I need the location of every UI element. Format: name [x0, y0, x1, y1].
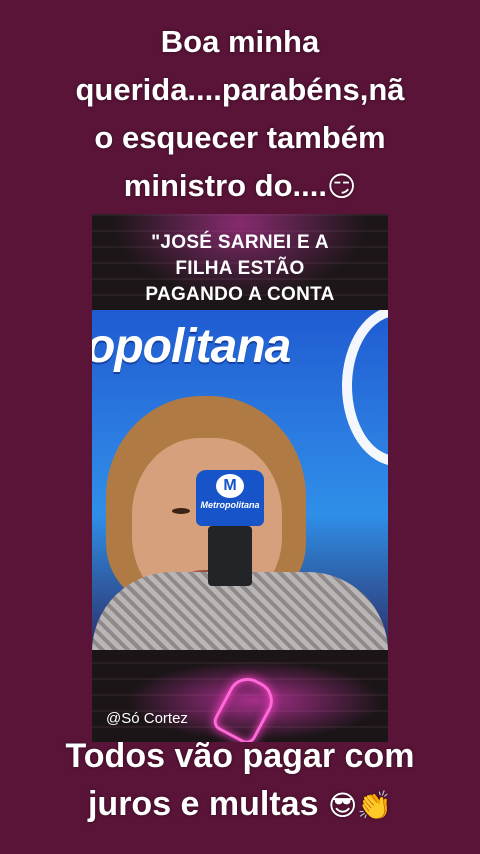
top-caption-line-3: o esquecer também: [94, 120, 386, 155]
top-caption-line-4-text: ministro do....: [123, 168, 328, 203]
bottom-caption-line-2: juros e multas 😎👏: [0, 780, 480, 830]
backdrop-logo-text: opolitana: [92, 320, 291, 373]
video-frame[interactable]: "JOSÉ SARNEI E A FILHA ESTÃO PAGANDO A C…: [92, 214, 388, 742]
sunglasses-clap-emoji-icon: 😎👏: [327, 789, 393, 822]
microphone-label: Metropolitana: [200, 500, 260, 510]
microphone-body: [208, 526, 252, 586]
video-header: "JOSÉ SARNEI E A FILHA ESTÃO PAGANDO A C…: [92, 214, 388, 310]
microphone-logo-icon: M: [216, 474, 244, 498]
top-caption-line-2: querida....parabéns,nã: [75, 72, 405, 107]
bottom-caption: Todos vão pagar com juros e multas 😎👏: [0, 732, 480, 830]
top-caption-line-4: ministro do....😏: [0, 162, 480, 211]
top-caption: Boa minha querida....parabéns,nã o esque…: [0, 18, 480, 211]
video-quote-line-2: FILHA ESTÃO: [175, 258, 305, 279]
video-scene: opolitana M Metropolitana: [92, 310, 388, 650]
video-quote-line-1: "JOSÉ SARNEI E A: [151, 232, 329, 253]
smirk-emoji-icon: 😏: [327, 170, 357, 203]
video-quote-line-3: PAGANDO A CONTA: [145, 284, 335, 305]
microphone-windscreen: M Metropolitana: [196, 470, 264, 526]
video-footer: @Só Cortez: [92, 650, 388, 742]
bottom-caption-line-1: Todos vão pagar com: [65, 737, 415, 775]
bottom-caption-line-2-text: juros e multas: [87, 785, 319, 823]
channel-watermark: @Só Cortez: [106, 710, 188, 727]
video-quote: "JOSÉ SARNEI E A FILHA ESTÃO PAGANDO A C…: [92, 230, 388, 308]
speaker-left-eye: [172, 508, 190, 514]
top-caption-line-1: Boa minha: [160, 24, 320, 59]
